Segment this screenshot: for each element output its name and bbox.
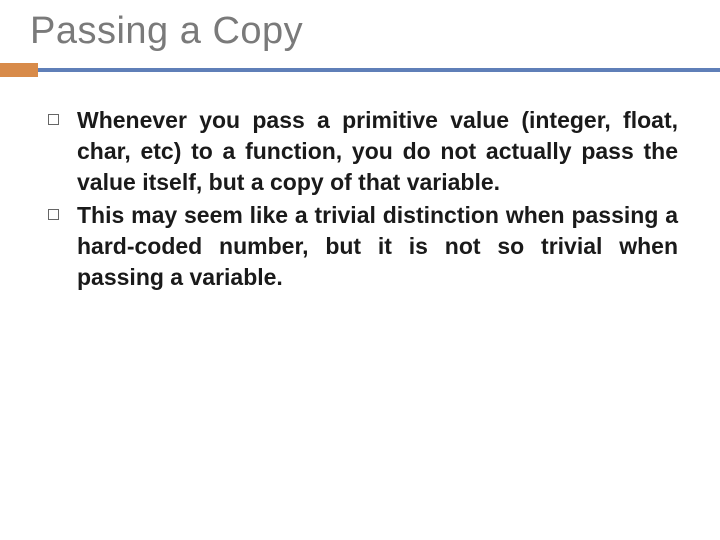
list-item: This may seem like a trivial distinction… bbox=[48, 200, 678, 293]
title-area: Passing a Copy bbox=[0, 0, 720, 53]
slide-title: Passing a Copy bbox=[30, 10, 720, 53]
bullet-text: Whenever you pass a primitive value (int… bbox=[77, 105, 678, 198]
bullet-icon bbox=[48, 209, 59, 220]
list-item: Whenever you pass a primitive value (int… bbox=[48, 105, 678, 198]
slide: Passing a Copy Whenever you pass a primi… bbox=[0, 0, 720, 540]
bullet-text: This may seem like a trivial distinction… bbox=[77, 200, 678, 293]
bullet-icon bbox=[48, 114, 59, 125]
content-area: Whenever you pass a primitive value (int… bbox=[0, 77, 720, 293]
divider bbox=[0, 63, 720, 77]
accent-block bbox=[0, 63, 38, 77]
divider-line bbox=[38, 68, 720, 72]
